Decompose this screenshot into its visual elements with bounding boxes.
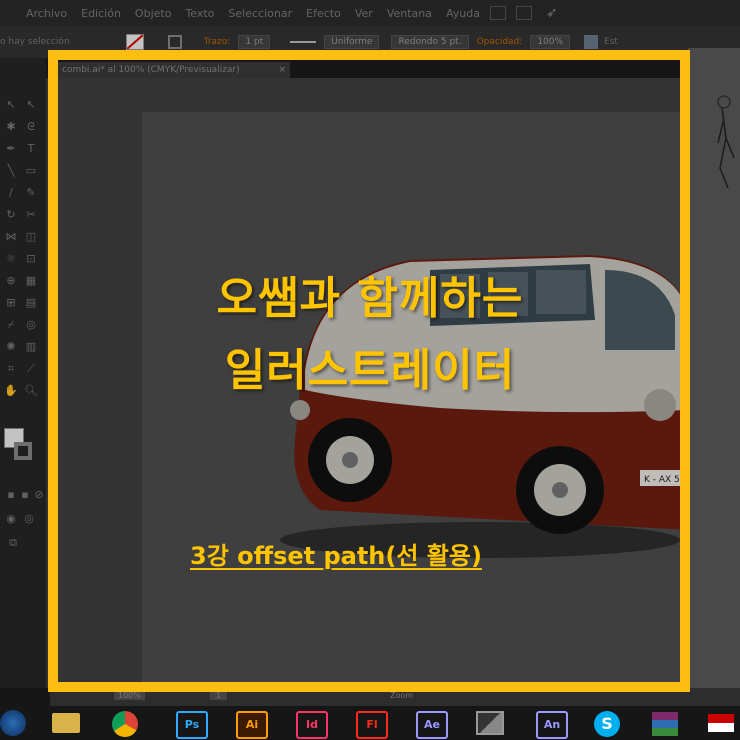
animate-label: An [543, 718, 561, 731]
file-explorer-icon[interactable] [52, 713, 80, 733]
illustrator-label: Ai [245, 718, 259, 731]
animate-icon[interactable]: An [536, 711, 568, 739]
start-button-icon[interactable] [0, 710, 26, 736]
indesign-icon[interactable]: Id [296, 711, 328, 739]
flash-icon[interactable]: Fl [356, 711, 388, 739]
skype-icon[interactable]: S [594, 711, 620, 737]
photoshop-label: Ps [184, 718, 200, 731]
windows-taskbar: Ps Ai Id Fl Ae An S [0, 706, 740, 740]
lecture-subtitle: 3강 offset path(선 활용) [190, 542, 482, 570]
indesign-label: Id [306, 718, 318, 731]
flash-label: Fl [366, 718, 378, 731]
artboard-nav-field[interactable]: 1 [210, 691, 228, 700]
winrar-icon[interactable] [652, 712, 678, 736]
flag-icon[interactable] [708, 714, 734, 732]
photoshop-icon[interactable]: Ps [176, 711, 208, 739]
after-effects-label: Ae [424, 718, 440, 731]
title-line-2: 일러스트레이터 [224, 345, 516, 396]
status-tool-label: Zoom [390, 691, 414, 700]
camera-raw-icon[interactable] [476, 711, 504, 735]
title-line-1: 오쌤과 함께하는 [216, 273, 524, 324]
chrome-icon[interactable] [112, 711, 138, 737]
after-effects-icon[interactable]: Ae [416, 711, 448, 739]
zoom-field[interactable]: 100% [114, 691, 145, 700]
illustrator-icon[interactable]: Ai [236, 711, 268, 739]
